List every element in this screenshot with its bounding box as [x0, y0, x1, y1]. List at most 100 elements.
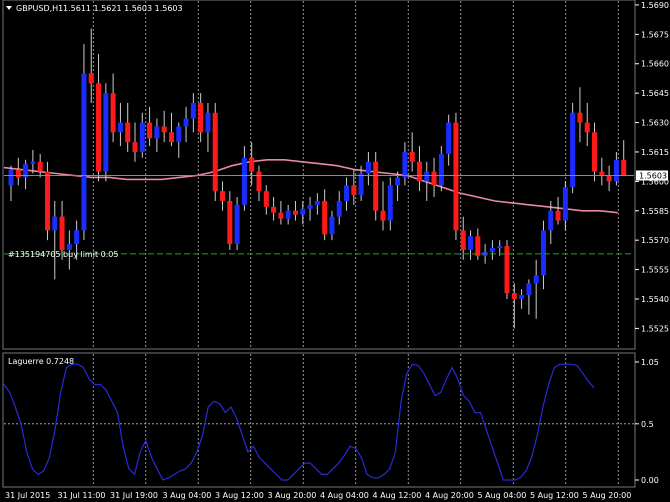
- candle-body: [198, 102, 204, 133]
- candle-body: [460, 230, 466, 250]
- candle-body: [584, 122, 590, 133]
- candle-body: [30, 161, 36, 164]
- time-axis-label: 4 Aug 20:00: [425, 491, 474, 500]
- candle-body: [168, 132, 174, 143]
- candle-body: [220, 191, 226, 201]
- grid-lines: [92, 1, 619, 486]
- candle-body: [322, 200, 328, 235]
- chart-symbol: GBPUSD,H1: [16, 4, 63, 13]
- time-axis-label: 4 Aug 12:00: [373, 491, 422, 500]
- candle-body: [205, 112, 211, 133]
- candle-body: [497, 246, 503, 249]
- candle-body: [161, 126, 167, 133]
- candle-body: [351, 185, 357, 196]
- candle-body: [606, 175, 612, 182]
- candle-body: [37, 161, 43, 172]
- candle-body: [468, 236, 474, 250]
- candle-body: [125, 122, 131, 143]
- candle-body: [329, 216, 335, 235]
- candle-body: [96, 83, 102, 172]
- price-axis-label: 1.5630: [641, 119, 669, 128]
- price-axis-label: 1.5585: [641, 207, 669, 216]
- candle-body: [431, 171, 437, 186]
- candle-body: [300, 208, 306, 215]
- candle-body: [88, 73, 94, 84]
- candle-body: [365, 161, 371, 174]
- candle-body: [344, 185, 350, 201]
- candle-body: [402, 151, 408, 178]
- buy-limit-label[interactable]: #135194705 buy limit 0.05: [8, 250, 118, 259]
- time-axis-label: 3 Aug 12:00: [215, 491, 264, 500]
- candle-body: [446, 122, 452, 154]
- candle-body: [562, 187, 568, 221]
- candle-body: [154, 126, 160, 139]
- candle-body: [249, 157, 255, 172]
- candle-body: [44, 171, 50, 231]
- candle-body: [395, 177, 401, 186]
- candle-body: [285, 210, 291, 219]
- candle-body: [103, 93, 109, 172]
- price-axis-label: 1.5525: [641, 324, 669, 333]
- candle-body: [438, 153, 444, 186]
- time-axis-label: 31 Jul 11:00: [58, 491, 106, 500]
- candle-body: [117, 122, 123, 133]
- candle-body: [147, 122, 153, 139]
- indicator-axis-label: 0.5: [641, 420, 654, 429]
- price-axis-label: 1.5690: [641, 1, 669, 10]
- time-axis-label: 31 Jul 2015: [5, 491, 50, 500]
- candle-body: [387, 185, 393, 221]
- candle-body: [74, 230, 80, 245]
- time-axis-label: 4 Aug 04:00: [320, 491, 369, 500]
- candle-body: [110, 93, 116, 133]
- candle-body: [292, 210, 298, 215]
- candle-body: [555, 210, 561, 221]
- candle-body: [613, 159, 619, 182]
- candle-body: [336, 200, 342, 217]
- candle-body: [139, 122, 145, 152]
- candle-body: [15, 169, 21, 178]
- price-axis-label: 1.5570: [641, 236, 669, 245]
- candle-body: [59, 216, 65, 250]
- candle-body: [519, 295, 525, 299]
- chart-menu-triangle-icon[interactable]: [6, 6, 12, 10]
- candle-body: [475, 236, 481, 256]
- candle-body: [307, 204, 313, 209]
- candle-body: [424, 171, 430, 182]
- candle-body: [278, 212, 284, 219]
- price-axis-label: 1.5600: [641, 177, 669, 186]
- laguerre-line: [3, 363, 595, 481]
- candle-body: [621, 159, 627, 176]
- candle-body: [271, 206, 277, 213]
- price-axis-label: 1.5660: [641, 60, 669, 69]
- time-axis-label: 31 Jul 19:00: [110, 491, 158, 500]
- price-axis-label: 1.5555: [641, 266, 669, 275]
- time-axis-label: 3 Aug 04:00: [163, 491, 212, 500]
- candle-body: [577, 112, 583, 123]
- candle-body: [570, 112, 576, 188]
- candle-body: [416, 161, 422, 182]
- candle-body: [409, 151, 415, 162]
- candle-body: [526, 283, 532, 296]
- price-axis-label: 1.5615: [641, 148, 669, 157]
- candle-body: [358, 173, 364, 196]
- candle-body: [380, 210, 386, 221]
- price-axis-label: 1.5675: [641, 30, 669, 39]
- candle-body: [234, 204, 240, 245]
- candle-body: [241, 157, 247, 205]
- chart-window: 1.5603 1.55251.55401.55551.55701.55851.5…: [2, 0, 669, 500]
- price-axis: 1.5525 1.5540 1.5555 1.5570 1.5585 1.5600 1.56…: [635, 1, 669, 333]
- indicator-axis-label: 0.00: [641, 476, 659, 485]
- price-axis-label: 1.5645: [641, 89, 669, 98]
- candle-body: [8, 169, 14, 186]
- candle-body: [263, 191, 269, 207]
- candle-body: [592, 132, 598, 172]
- candle-body: [511, 293, 517, 299]
- candle-body: [183, 118, 189, 127]
- candle-body: [599, 171, 605, 176]
- time-axis-label: 5 Aug 20:00: [583, 491, 632, 500]
- indicator-title: Laguerre 0.7248: [8, 357, 74, 366]
- indicator-axis-label: 1.05: [641, 358, 659, 367]
- price-axis-label: 1.5540: [641, 295, 669, 304]
- candle-body: [132, 142, 138, 152]
- main-chart-frame: [2, 0, 636, 350]
